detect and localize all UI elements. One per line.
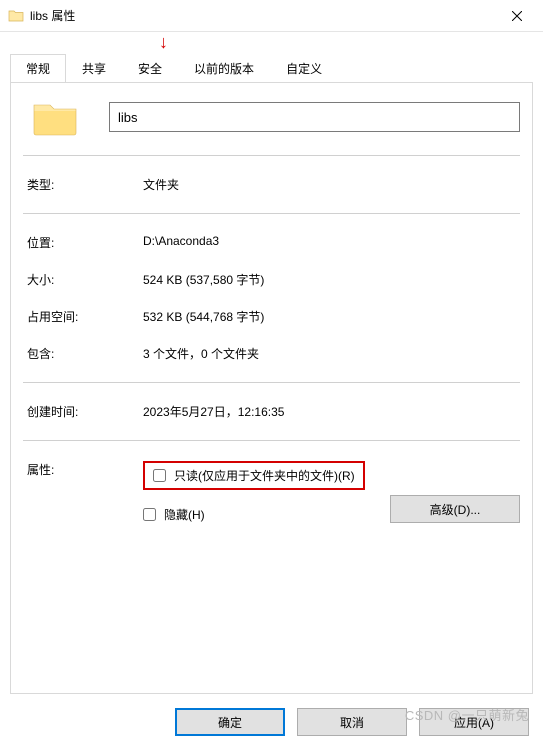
value-location: D:\Anaconda3 <box>143 234 520 251</box>
tab-sharing[interactable]: 共享 <box>66 54 122 83</box>
folder-icon <box>31 97 79 137</box>
tab-panel-general: 类型: 文件夹 位置: D:\Anaconda3 大小: 524 KB (537… <box>10 82 533 694</box>
label-type: 类型: <box>23 176 143 193</box>
advanced-button[interactable]: 高级(D)... <box>390 495 520 523</box>
value-type: 文件夹 <box>143 176 520 193</box>
hidden-label: 隐藏(H) <box>164 506 205 523</box>
row-contains: 包含: 3 个文件，0 个文件夹 <box>23 345 520 362</box>
label-contains: 包含: <box>23 345 143 362</box>
folder-icon-small <box>8 8 24 24</box>
apply-button[interactable]: 应用(A) <box>419 708 529 736</box>
row-type: 类型: 文件夹 <box>23 176 520 193</box>
tab-customize[interactable]: 自定义 <box>270 54 338 83</box>
label-location: 位置: <box>23 234 143 251</box>
value-size-on-disk: 532 KB (544,768 字节) <box>143 308 520 325</box>
readonly-label: 只读(仅应用于文件夹中的文件)(R) <box>174 467 355 484</box>
row-location: 位置: D:\Anaconda3 <box>23 234 520 251</box>
value-contains: 3 个文件，0 个文件夹 <box>143 345 520 362</box>
button-bar: 确定 取消 应用(A) <box>0 700 543 736</box>
tab-security[interactable]: 安全 <box>122 54 178 83</box>
hidden-line: 隐藏(H) <box>143 506 390 523</box>
row-size: 大小: 524 KB (537,580 字节) <box>23 271 520 288</box>
readonly-checkbox[interactable] <box>153 469 166 482</box>
divider <box>23 155 520 156</box>
cancel-button[interactable]: 取消 <box>297 708 407 736</box>
header-row <box>23 97 520 137</box>
close-button[interactable] <box>495 0 539 32</box>
readonly-highlight: 只读(仅应用于文件夹中的文件)(R) <box>143 461 365 490</box>
tab-strip: 常规 共享 安全 以前的版本 自定义 <box>0 32 543 83</box>
readonly-line: 只读(仅应用于文件夹中的文件)(R) <box>143 461 390 490</box>
divider <box>23 440 520 441</box>
folder-name-input[interactable] <box>109 102 520 132</box>
row-attributes: 属性: 只读(仅应用于文件夹中的文件)(R) 隐藏(H) 高级(D)... <box>23 461 520 539</box>
ok-button[interactable]: 确定 <box>175 708 285 736</box>
label-size: 大小: <box>23 271 143 288</box>
close-icon <box>512 11 522 21</box>
tab-general[interactable]: 常规 <box>10 54 66 83</box>
value-size: 524 KB (537,580 字节) <box>143 271 520 288</box>
value-created: 2023年5月27日，12:16:35 <box>143 403 520 420</box>
label-size-on-disk: 占用空间: <box>23 308 143 325</box>
divider <box>23 213 520 214</box>
tab-previous-versions[interactable]: 以前的版本 <box>178 54 270 83</box>
window-title: libs 属性 <box>30 7 495 24</box>
label-attributes: 属性: <box>23 461 143 478</box>
titlebar: libs 属性 <box>0 0 543 32</box>
hidden-checkbox[interactable] <box>143 508 156 521</box>
divider <box>23 382 520 383</box>
attribute-options: 只读(仅应用于文件夹中的文件)(R) 隐藏(H) <box>143 461 390 539</box>
annotation-arrow-icon: ↓ <box>159 33 168 51</box>
row-size-on-disk: 占用空间: 532 KB (544,768 字节) <box>23 308 520 325</box>
label-created: 创建时间: <box>23 403 143 420</box>
row-created: 创建时间: 2023年5月27日，12:16:35 <box>23 403 520 420</box>
